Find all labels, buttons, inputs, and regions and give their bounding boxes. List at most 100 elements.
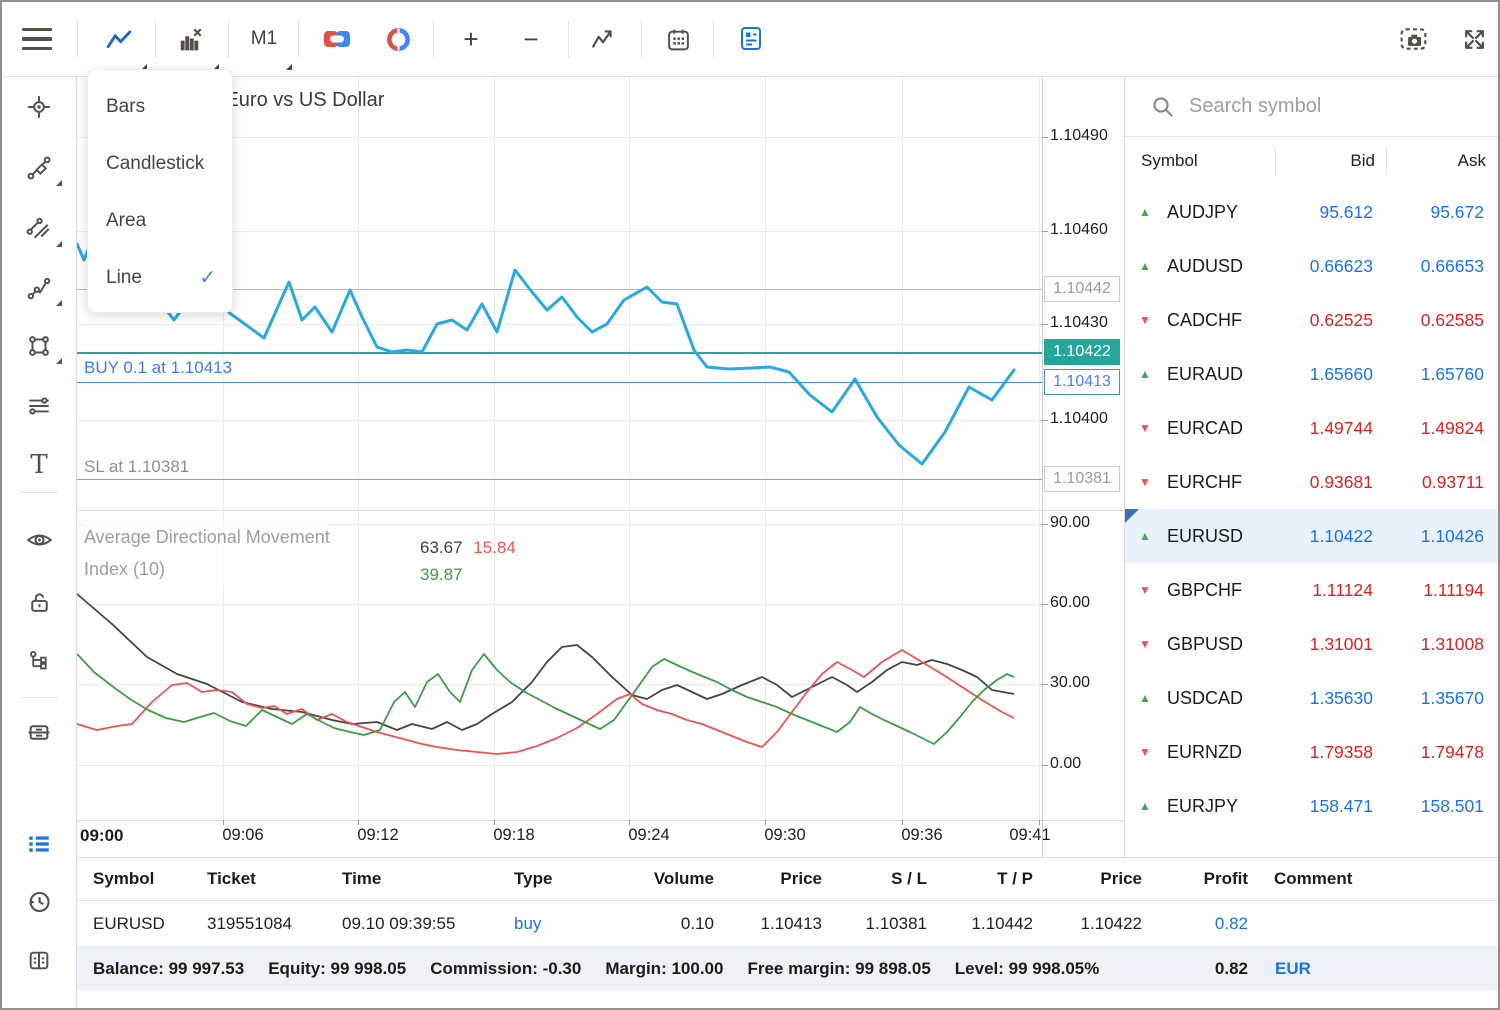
positions-panel: Symbol Ticket Time Type Volume Price S /… [77, 857, 1500, 1010]
stop-loss-badge[interactable]: 1.10381 [1044, 466, 1120, 492]
market-depth-button[interactable] [376, 17, 420, 61]
position-type: buy [514, 914, 645, 934]
levels-tool-button[interactable] [17, 384, 61, 428]
shape-rectangle-icon [26, 333, 52, 359]
market-watch-row[interactable]: ▼EURCAD1.497441.49824 [1125, 401, 1500, 455]
pane-separator[interactable] [77, 510, 1124, 511]
position-price-badge[interactable]: 1.10413 [1044, 369, 1120, 395]
dropdown-item-bars[interactable]: Bars [88, 78, 232, 135]
position-current-price: 1.10422 [1033, 914, 1142, 934]
object-tree-icon [27, 649, 52, 674]
market-watch-row[interactable]: ▲AUDJPY95.61295.672 [1125, 185, 1500, 239]
news-button[interactable] [729, 17, 773, 61]
column-header-bid[interactable]: Bid [1275, 151, 1375, 171]
menu-button[interactable] [15, 17, 59, 61]
adx-value: 63.67 [420, 538, 463, 557]
trade-list-button[interactable] [17, 822, 61, 866]
time-axis-border [77, 820, 1124, 821]
axis-tick [1042, 765, 1048, 766]
time-axis-label: 09:18 [493, 826, 534, 845]
market-watch-row[interactable]: ▲EURAUD1.656601.65760 [1125, 347, 1500, 401]
position-row[interactable]: EURUSD 319551084 09.10 09:39:55 buy 0.10… [77, 901, 1500, 946]
account-summary-bar: Balance: 99 997.53 Equity: 99 998.05 Com… [77, 946, 1500, 991]
minus-icon: − [523, 24, 538, 55]
measure-tool-button[interactable] [17, 146, 61, 190]
ruler-measure-icon [26, 155, 52, 181]
print-button[interactable] [17, 710, 61, 754]
dropdown-caret [286, 64, 292, 70]
document-icon [739, 26, 763, 52]
dropdown-item-area[interactable]: Area [88, 192, 232, 249]
toolbar-separator [568, 21, 569, 58]
take-profit-badge[interactable]: 1.10442 [1044, 276, 1120, 302]
dropdown-item-line[interactable]: Line ✓ [88, 249, 232, 306]
unlock-icon [27, 590, 52, 615]
show-objects-button[interactable] [17, 518, 61, 562]
market-watch-row[interactable]: ▲EURUSD1.104221.10426 [1125, 509, 1500, 563]
column-header-symbol[interactable]: Symbol [1141, 151, 1275, 171]
chart-type-button[interactable] [97, 17, 141, 61]
history-button[interactable] [17, 880, 61, 924]
market-watch-row[interactable]: ▼EURNZD1.793581.79478 [1125, 725, 1500, 779]
market-watch-row[interactable]: ▼CADCHF0.625250.62585 [1125, 293, 1500, 347]
economic-calendar-button[interactable] [656, 17, 700, 61]
market-watch-row[interactable]: ▼EURCHF0.936810.93711 [1125, 455, 1500, 509]
minus-di-polyline [77, 654, 1014, 744]
price-axis-label: 1.10490 [1050, 127, 1108, 145]
journal-button[interactable] [17, 938, 61, 982]
sidebar-divider [20, 492, 58, 493]
crosshair-tool-button[interactable] [17, 85, 61, 129]
polyline-tool-button[interactable] [17, 266, 61, 310]
indicator-function-icon [590, 27, 616, 51]
account-currency[interactable]: EUR [1275, 959, 1311, 979]
time-axis-label: 09:36 [901, 826, 942, 845]
timeframe-button[interactable]: M1 [242, 17, 286, 61]
timeframe-label: M1 [251, 28, 277, 50]
donut-chart-icon [386, 27, 411, 52]
market-watch-row[interactable]: ▼GBPUSD1.310011.31008 [1125, 617, 1500, 671]
trendline-tool-button[interactable] [17, 207, 61, 251]
submenu-caret [56, 180, 62, 186]
search-symbol-input[interactable] [1189, 95, 1469, 118]
position-sl: 1.10381 [822, 914, 927, 934]
shapes-tool-button[interactable] [17, 324, 61, 368]
axis-tick [629, 820, 630, 825]
market-watch-row[interactable]: ▲EURJPY158.471158.501 [1125, 779, 1500, 833]
top-toolbar: M1 [2, 2, 1498, 77]
market-watch-row[interactable]: ▲USDCAD1.356301.35670 [1125, 671, 1500, 725]
object-list-button[interactable] [17, 639, 61, 683]
column-divider [1275, 147, 1276, 175]
market-watch-row[interactable]: ▲AUDUSD0.666230.66653 [1125, 239, 1500, 293]
axis-tick [765, 820, 766, 825]
polyline-icon [26, 275, 52, 301]
col-ticket: Ticket [207, 869, 342, 889]
indicator-values: 63.67 15.84 39.87 [420, 538, 516, 585]
column-header-ask[interactable]: Ask [1375, 151, 1486, 171]
toolbar-separator [713, 21, 714, 58]
time-axis-label: 09:06 [222, 826, 263, 845]
position-symbol: EURUSD [93, 914, 207, 934]
position-open-price: 1.10413 [714, 914, 822, 934]
axis-tick [1042, 420, 1048, 421]
unlock-objects-button[interactable] [17, 580, 61, 624]
current-price-badge: 1.10422 [1044, 339, 1120, 365]
printer-icon [26, 720, 52, 745]
trade-list-icon [26, 832, 52, 856]
zoom-out-button[interactable]: − [509, 17, 553, 61]
fullscreen-button[interactable] [1452, 17, 1496, 61]
remove-indicator-button[interactable] [169, 17, 213, 61]
zoom-in-button[interactable]: + [449, 17, 493, 61]
sidebar-divider [20, 697, 58, 698]
axis-tick [1042, 684, 1048, 685]
one-click-trading-button[interactable] [315, 17, 359, 61]
dropdown-item-candlestick[interactable]: Candlestick [88, 135, 232, 192]
plus-di-value: 15.84 [473, 538, 516, 557]
market-watch-row[interactable]: ▼GBPCHF1.111241.11194 [1125, 563, 1500, 617]
screenshot-button[interactable] [1392, 17, 1436, 61]
col-price-current: Price [1033, 869, 1142, 889]
text-tool-button[interactable]: T [17, 443, 61, 487]
price-axis-label: 1.10430 [1050, 314, 1108, 332]
indicators-button[interactable] [581, 17, 625, 61]
chart-type-dropdown: Bars Candlestick Area Line ✓ [87, 69, 233, 313]
trading-terminal-window: M1 [0, 0, 1500, 1010]
